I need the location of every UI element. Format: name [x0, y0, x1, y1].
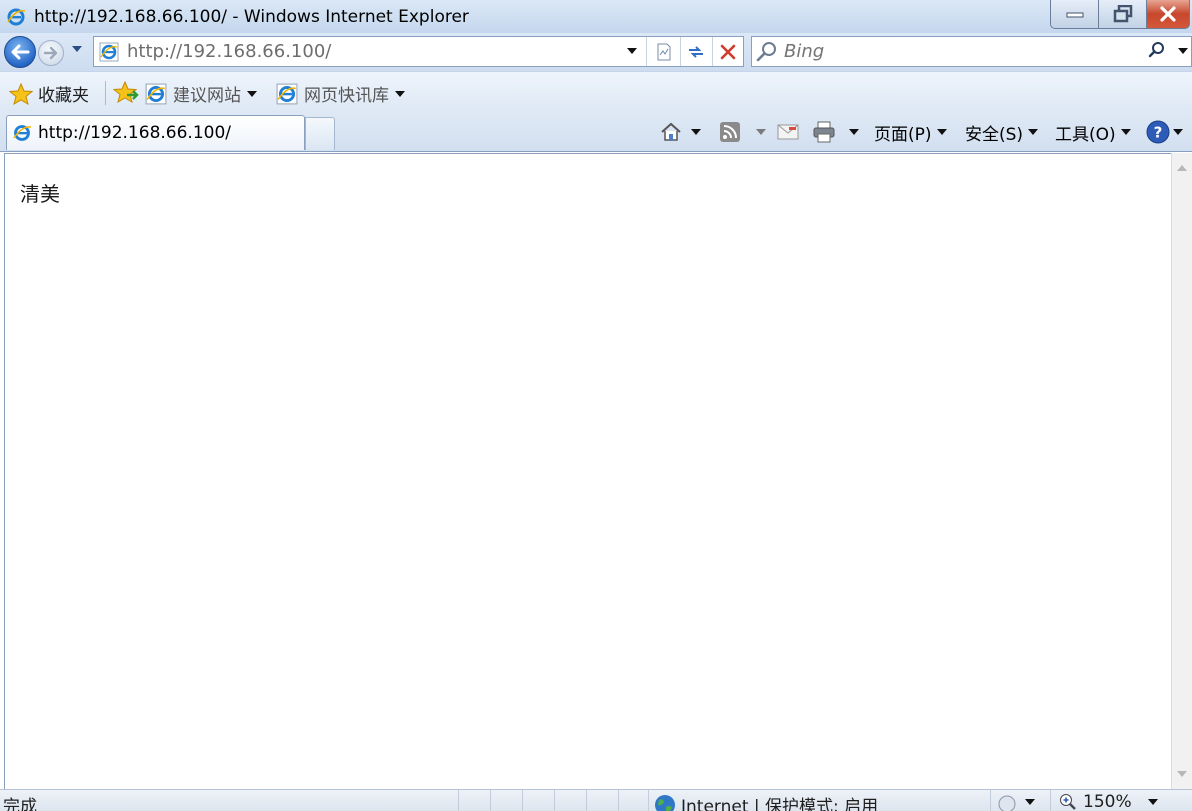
refresh-icon: [689, 46, 703, 58]
page-content: 清美: [4, 153, 1171, 789]
search-provider-icon: [756, 41, 776, 61]
printer-icon: [813, 121, 835, 143]
chevron-down-icon: [1147, 799, 1158, 805]
zoom-level: 150%: [1083, 792, 1132, 811]
title-bar: http://192.168.66.100/ - Windows Interne…: [0, 0, 1192, 33]
chevron-down-icon: [1120, 129, 1131, 135]
recent-pages-dropdown[interactable]: [72, 46, 82, 52]
ie-page-icon: [145, 83, 167, 104]
feeds-button[interactable]: [719, 117, 766, 147]
mail-icon: [777, 124, 799, 140]
globe-icon: [655, 794, 675, 811]
help-icon: ?: [1146, 120, 1170, 144]
address-input[interactable]: http://192.168.66.100/: [127, 41, 331, 62]
search-input[interactable]: [784, 41, 1144, 62]
ie-logo-icon: [6, 7, 26, 27]
scroll-down-arrow-icon[interactable]: [1177, 771, 1187, 777]
window-controls: [1050, 0, 1190, 29]
vertical-scrollbar[interactable]: [1171, 153, 1192, 789]
favorites-label: 收藏夹: [38, 86, 89, 106]
ie-page-icon: [276, 83, 298, 104]
forward-arrow-icon: [43, 46, 58, 60]
safety-menu-label: 安全(S): [965, 124, 1024, 145]
compatibility-icon: [657, 43, 671, 61]
chevron-down-icon: [756, 129, 766, 135]
protected-mode-button[interactable]: [995, 792, 1035, 811]
address-bar[interactable]: http://192.168.66.100/: [93, 36, 744, 67]
tab-label: http://192.168.66.100/: [38, 123, 231, 143]
favorites-button[interactable]: 收藏夹: [9, 81, 89, 106]
stop-icon: [720, 44, 736, 60]
compatibility-view-button[interactable]: [650, 40, 678, 64]
search-button[interactable]: [1148, 41, 1166, 64]
add-to-favorites-bar-button[interactable]: [113, 81, 139, 103]
tab-bar: http://192.168.66.100/ 页面(P) 安全(S) 工具(O)…: [0, 113, 1192, 152]
page-menu[interactable]: 页面(P): [874, 117, 947, 147]
restore-button[interactable]: [1098, 0, 1146, 29]
safety-menu[interactable]: 安全(S): [965, 117, 1039, 147]
favorite-label: 建议网站: [173, 86, 241, 106]
page-menu-label: 页面(P): [874, 124, 932, 145]
search-options-dropdown[interactable]: [1178, 48, 1188, 54]
security-zone[interactable]: Internet | 保护模式: 启用: [654, 792, 878, 811]
svg-text:?: ?: [1154, 124, 1163, 142]
status-text: 完成: [3, 797, 37, 811]
chevron-down-icon: [1025, 799, 1035, 805]
status-bar: 完成 Internet | 保护模式: 启用 150%: [0, 789, 1192, 811]
tools-menu-label: 工具(O): [1055, 124, 1116, 145]
chevron-down-icon: [1173, 129, 1183, 135]
chevron-down-icon: [936, 129, 947, 135]
close-button[interactable]: [1146, 0, 1190, 29]
favorite-web-slice-gallery[interactable]: 网页快讯库: [276, 81, 405, 106]
navigation-bar: http://192.168.66.100/: [0, 33, 1192, 71]
read-mail-button[interactable]: [777, 117, 799, 147]
home-button[interactable]: [660, 117, 701, 147]
tab-current[interactable]: http://192.168.66.100/: [6, 115, 305, 150]
search-icon: [1148, 42, 1164, 58]
favorites-bar: 收藏夹 建议网站 网页快讯库: [0, 71, 1192, 113]
add-favorite-icon: [113, 81, 139, 103]
back-arrow-icon: [11, 44, 30, 60]
print-button[interactable]: [812, 117, 859, 147]
new-tab-button[interactable]: [305, 117, 335, 150]
zoom-control[interactable]: 150%: [1059, 792, 1158, 811]
page-favicon-icon: [99, 42, 119, 62]
search-box[interactable]: [751, 36, 1192, 67]
zoom-icon: [1060, 794, 1076, 810]
chevron-down-icon: [247, 90, 257, 97]
home-icon: [661, 122, 681, 141]
forward-button[interactable]: [38, 40, 64, 66]
chevron-down-icon: [1028, 129, 1039, 135]
scroll-up-arrow-icon[interactable]: [1177, 165, 1187, 171]
chevron-down-icon: [395, 90, 405, 97]
protected-mode-icon: [998, 795, 1016, 811]
address-dropdown[interactable]: [627, 48, 637, 54]
chevron-down-icon: [849, 129, 859, 135]
help-button[interactable]: ?: [1146, 117, 1183, 147]
page-favicon-icon: [12, 123, 32, 143]
page-text: 清美: [20, 182, 60, 206]
favorite-label: 网页快讯库: [304, 86, 389, 106]
rss-feed-icon: [720, 122, 740, 142]
minimize-button[interactable]: [1050, 0, 1098, 29]
favorites-star-icon: [9, 82, 33, 105]
window-title: http://192.168.66.100/ - Windows Interne…: [34, 6, 469, 27]
stop-button[interactable]: [714, 40, 742, 64]
tools-menu[interactable]: 工具(O): [1055, 117, 1131, 147]
back-button[interactable]: [4, 36, 36, 68]
refresh-button[interactable]: [682, 40, 710, 64]
security-zone-label: Internet | 保护模式: 启用: [681, 797, 879, 811]
favorite-suggested-sites[interactable]: 建议网站: [145, 81, 257, 106]
chevron-down-icon: [691, 129, 701, 135]
